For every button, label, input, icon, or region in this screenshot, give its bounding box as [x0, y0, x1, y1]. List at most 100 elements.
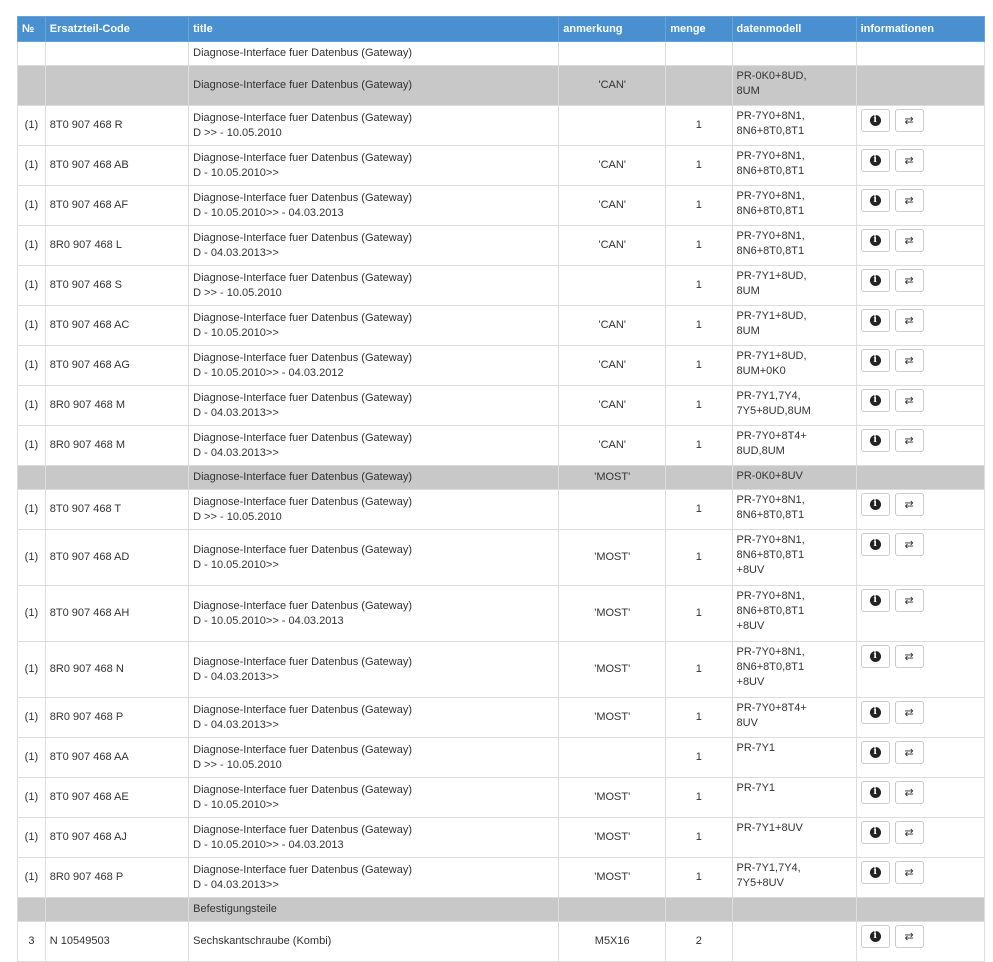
row-actions: i ⇄	[860, 309, 980, 332]
cell-menge: 2	[665, 921, 733, 962]
cell-title: Diagnose-Interface fuer Datenbus (Gatewa…	[188, 529, 560, 586]
cell-part-code	[44, 65, 190, 106]
swap-arrows-icon: ⇄	[904, 746, 914, 759]
info-button[interactable]: i	[860, 925, 890, 948]
row-actions: i ⇄	[860, 269, 980, 292]
cell-part-code: 8R0 907 468 M	[44, 425, 190, 466]
info-button[interactable]: i	[860, 189, 890, 212]
swap-button[interactable]: ⇄	[894, 741, 924, 764]
info-button[interactable]: i	[860, 309, 890, 332]
cell-informationen	[855, 465, 986, 490]
cell-title: Diagnose-Interface fuer Datenbus (Gatewa…	[188, 65, 560, 106]
row-actions: i ⇄	[860, 389, 980, 412]
cell-informationen: i ⇄	[855, 385, 986, 426]
cell-datenmodell: PR-7Y1+8UV	[731, 817, 857, 858]
cell-part-code: 8R0 907 468 L	[44, 225, 190, 266]
cell-anmerkung: 'CAN'	[558, 145, 667, 186]
cell-datenmodell: PR-7Y1	[731, 737, 857, 778]
cell-no: (1)	[17, 857, 46, 898]
info-icon: i	[869, 115, 881, 126]
row-actions: i ⇄	[860, 189, 980, 212]
table-row: (1) 8R0 907 468 L Diagnose-Interface fuer …	[17, 225, 986, 266]
swap-button[interactable]: ⇄	[894, 645, 924, 668]
title-text: Diagnose-Interface fuer Datenbus (Gatewa…	[193, 271, 413, 284]
swap-button[interactable]: ⇄	[894, 701, 924, 724]
swap-button[interactable]: ⇄	[894, 309, 924, 332]
info-button[interactable]: i	[860, 269, 890, 292]
cell-anmerkung: 'MOST'	[558, 777, 667, 818]
cell-datenmodell: PR-7Y0+8N1, 8N6+8T0,8T1	[731, 489, 857, 530]
info-icon: i	[869, 931, 881, 942]
cell-menge: 1	[665, 529, 733, 586]
row-actions: i ⇄	[860, 861, 980, 884]
info-button[interactable]: i	[860, 821, 890, 844]
table-row: (1) 8T0 907 468 AJ Diagnose-Interface fuer…	[17, 817, 986, 858]
cell-informationen: i ⇄	[855, 145, 986, 186]
group-row: Diagnose-Interface fuer Datenbus (Gatewa…	[17, 41, 986, 66]
info-button[interactable]: i	[860, 701, 890, 724]
title-text: Diagnose-Interface fuer Datenbus (Gatewa…	[193, 743, 413, 756]
date-range-text: D - 10.05.2010>> - 04.03.2013	[193, 838, 344, 851]
swap-button[interactable]: ⇄	[894, 389, 924, 412]
info-button[interactable]: i	[860, 741, 890, 764]
swap-button[interactable]: ⇄	[894, 229, 924, 252]
swap-button[interactable]: ⇄	[894, 533, 924, 556]
info-button[interactable]: i	[860, 229, 890, 252]
cell-menge: 1	[665, 489, 733, 530]
info-button[interactable]: i	[860, 149, 890, 172]
cell-part-code: 8T0 907 468 AB	[44, 145, 190, 186]
info-button[interactable]: i	[860, 493, 890, 516]
title-text: Diagnose-Interface fuer Datenbus (Gatewa…	[193, 431, 413, 444]
cell-no: 3	[17, 921, 46, 962]
info-button[interactable]: i	[860, 533, 890, 556]
date-range-text: D - 04.03.2013>>	[193, 670, 279, 683]
table-row: (1) 8T0 907 468 R Diagnose-Interface fuer …	[17, 105, 986, 146]
swap-button[interactable]: ⇄	[894, 589, 924, 612]
info-button[interactable]: i	[860, 389, 890, 412]
table-row: (1) 8R0 907 468 M Diagnose-Interface fuer …	[17, 385, 986, 426]
title-text: Sechskantschraube (Kombi)	[193, 935, 332, 947]
cell-informationen: i ⇄	[855, 737, 986, 778]
row-actions: i ⇄	[860, 701, 980, 724]
cell-datenmodell: PR-7Y1+8UD, 8UM+0K0	[731, 345, 857, 386]
swap-button[interactable]: ⇄	[894, 189, 924, 212]
date-range-text: D - 10.05.2010>>	[193, 558, 279, 571]
cell-menge	[665, 465, 733, 490]
cell-anmerkung: 'CAN'	[558, 345, 667, 386]
date-range-text: D >> - 10.05.2010	[193, 126, 282, 139]
table-row: (1) 8T0 907 468 AA Diagnose-Interface fuer…	[17, 737, 986, 778]
cell-title: Diagnose-Interface fuer Datenbus (Gatewa…	[188, 697, 560, 738]
table-row: (1) 8T0 907 468 S Diagnose-Interface fuer …	[17, 265, 986, 306]
table-body: Diagnose-Interface fuer Datenbus (Gatewa…	[17, 41, 986, 962]
title-text: Diagnose-Interface fuer Datenbus (Gatewa…	[193, 351, 413, 364]
swap-button[interactable]: ⇄	[894, 861, 924, 884]
info-button[interactable]: i	[860, 589, 890, 612]
swap-button[interactable]: ⇄	[894, 493, 924, 516]
cell-informationen: i ⇄	[855, 585, 986, 642]
row-actions: i ⇄	[860, 533, 980, 556]
swap-button[interactable]: ⇄	[894, 349, 924, 372]
cell-informationen	[855, 897, 986, 922]
swap-button[interactable]: ⇄	[894, 109, 924, 132]
swap-button[interactable]: ⇄	[894, 925, 924, 948]
cell-anmerkung: M5X16	[558, 921, 667, 962]
info-button[interactable]: i	[860, 645, 890, 668]
info-icon: i	[869, 395, 881, 406]
info-button[interactable]: i	[860, 349, 890, 372]
cell-menge: 1	[665, 345, 733, 386]
swap-button[interactable]: ⇄	[894, 821, 924, 844]
info-button[interactable]: i	[860, 861, 890, 884]
info-button[interactable]: i	[860, 429, 890, 452]
info-button[interactable]: i	[860, 109, 890, 132]
swap-button[interactable]: ⇄	[894, 149, 924, 172]
swap-button[interactable]: ⇄	[894, 429, 924, 452]
title-text: Diagnose-Interface fuer Datenbus (Gatewa…	[193, 495, 413, 508]
swap-arrows-icon: ⇄	[904, 866, 914, 879]
table-header: № Ersatzteil-Code title anmerkung menge …	[17, 16, 986, 42]
swap-button[interactable]: ⇄	[894, 781, 924, 804]
cell-datenmodell: PR-7Y0+8N1, 8N6+8T0,8T1	[731, 225, 857, 266]
cell-menge: 1	[665, 225, 733, 266]
cell-title: Diagnose-Interface fuer Datenbus (Gatewa…	[188, 857, 560, 898]
info-button[interactable]: i	[860, 781, 890, 804]
swap-button[interactable]: ⇄	[894, 269, 924, 292]
